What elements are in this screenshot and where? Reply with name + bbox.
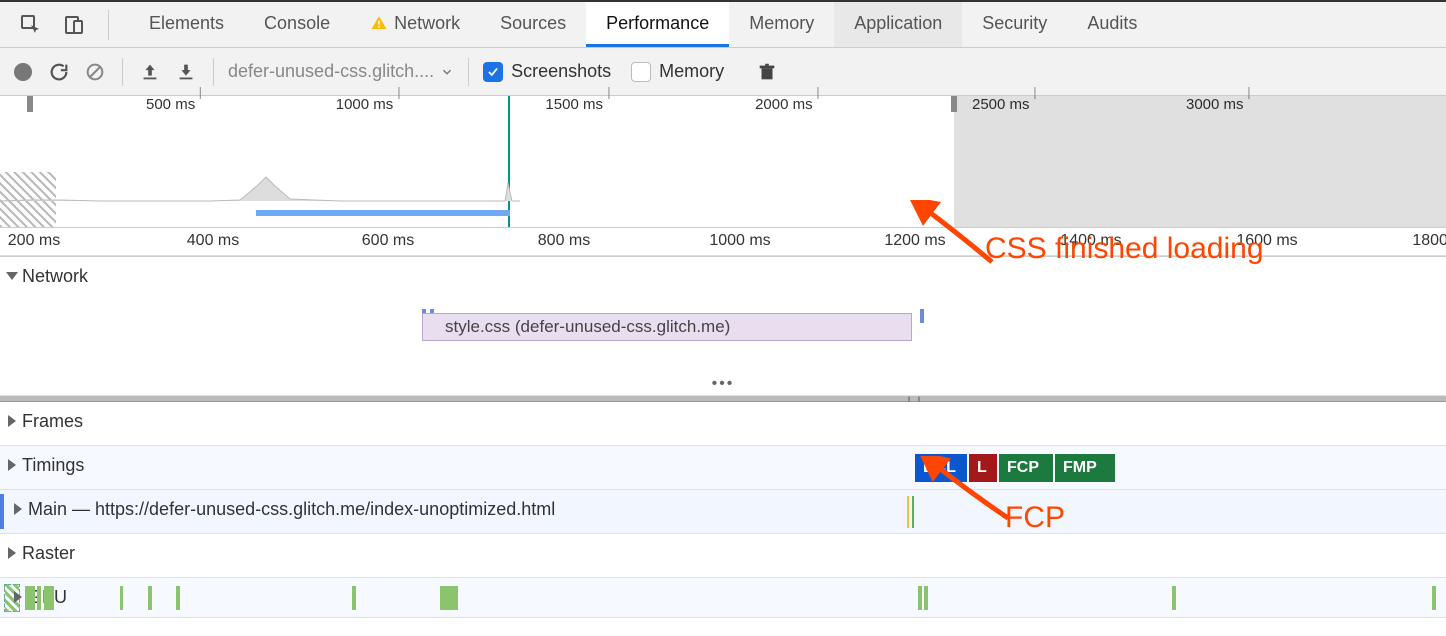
overview-marker-line [508, 96, 510, 227]
gpu-segment[interactable] [924, 586, 928, 610]
tab-memory[interactable]: Memory [729, 2, 834, 47]
network-request-bar[interactable]: style.css (defer-unused-css.glitch.me) [422, 313, 912, 341]
network-end-tick [920, 309, 924, 323]
main-track[interactable]: Main — https://defer-unused-css.glitch.m… [0, 490, 1446, 534]
overview-network-bar [256, 210, 510, 216]
gpu-segment[interactable] [120, 586, 123, 610]
ellipsis-icon[interactable]: ••• [712, 375, 735, 393]
devtools-tabs: Elements Console Network Sources Perform… [129, 2, 1157, 47]
overview-tick: 1500 ms [545, 96, 603, 113]
arrow-icon [920, 456, 1020, 536]
disclosure-icon[interactable] [8, 415, 16, 427]
disclosure-icon[interactable] [14, 591, 22, 603]
checkbox-checked-icon [483, 62, 503, 82]
gpu-segment[interactable] [918, 586, 922, 610]
detail-tick: 800 ms [538, 232, 590, 250]
tab-bar-icons [0, 2, 108, 47]
overview-fps-curve [0, 173, 520, 203]
detail-tick: 200 ms [8, 232, 60, 250]
reload-button[interactable] [46, 59, 72, 85]
gpu-segment[interactable] [148, 586, 152, 610]
recording-selector[interactable]: defer-unused-css.glitch.... [228, 61, 454, 82]
memory-checkbox[interactable]: Memory [631, 61, 724, 82]
gpu-segment[interactable] [44, 586, 54, 610]
tab-security[interactable]: Security [962, 2, 1067, 47]
tab-audits[interactable]: Audits [1067, 2, 1157, 47]
gpu-segment[interactable] [352, 586, 356, 610]
performance-toolbar: defer-unused-css.glitch.... Screenshots … [0, 48, 1446, 96]
main-marker-green [912, 496, 914, 528]
tab-application[interactable]: Application [834, 2, 962, 47]
raster-track[interactable]: Raster [0, 534, 1446, 578]
overview-tick: 500 ms [146, 96, 195, 113]
overview-dim-right [954, 96, 1446, 227]
main-track-stripe [0, 494, 4, 529]
overview-timeline[interactable]: 500 ms1000 ms1500 ms2000 ms2500 ms3000 m… [0, 96, 1446, 228]
checkbox-unchecked-icon [631, 62, 651, 82]
disclosure-icon[interactable] [6, 272, 18, 280]
record-button[interactable] [10, 59, 36, 85]
overview-handle-left[interactable] [27, 96, 33, 112]
gpu-segment[interactable] [440, 586, 458, 610]
tab-console[interactable]: Console [244, 2, 350, 47]
gpu-segment[interactable] [1432, 586, 1436, 610]
inspect-element-icon[interactable] [18, 12, 44, 38]
frames-track[interactable]: Frames [0, 402, 1446, 446]
detail-tick: 600 ms [362, 232, 414, 250]
detail-tick: 1800 ms [1412, 232, 1446, 250]
devtools-tab-bar: Elements Console Network Sources Perform… [0, 0, 1446, 48]
flame-chart-tracks: Network style.css (defer-unused-css.glit… [0, 256, 1446, 618]
overview-tick: 2000 ms [755, 96, 813, 113]
main-marker-yellow [907, 496, 909, 528]
gpu-segment[interactable] [176, 586, 180, 610]
upload-profile-button[interactable] [137, 59, 163, 85]
annotation-css-finished: CSS finished loading [985, 232, 1264, 266]
detail-tick: 400 ms [187, 232, 239, 250]
gpu-track[interactable]: GPU [0, 578, 1446, 618]
tab-sources[interactable]: Sources [480, 2, 586, 47]
disclosure-icon[interactable] [8, 547, 16, 559]
clear-button[interactable] [82, 59, 108, 85]
detail-tick: 1000 ms [709, 232, 770, 250]
overview-handle-right[interactable] [951, 96, 957, 112]
overview-tick: 1000 ms [336, 96, 394, 113]
gpu-segment[interactable] [37, 586, 41, 610]
delete-profile-button[interactable] [754, 59, 780, 85]
tab-network[interactable]: Network [350, 2, 480, 47]
gpu-segment[interactable] [25, 586, 35, 610]
screenshots-checkbox[interactable]: Screenshots [483, 61, 611, 82]
download-profile-button[interactable] [173, 59, 199, 85]
gpu-segment[interactable] [1172, 586, 1176, 610]
network-track[interactable]: Network style.css (defer-unused-css.glit… [0, 256, 1446, 396]
disclosure-icon[interactable] [8, 459, 16, 471]
warning-icon [370, 14, 388, 32]
disclosure-icon[interactable] [14, 503, 22, 515]
chevron-down-icon [440, 65, 454, 79]
tab-performance[interactable]: Performance [586, 2, 729, 47]
device-toggle-icon[interactable] [62, 12, 88, 38]
arrow-icon [910, 200, 1000, 270]
timing-pill-fmp[interactable]: FMP [1055, 454, 1115, 482]
tab-elements[interactable]: Elements [129, 2, 244, 47]
timings-track[interactable]: Timings DCLLFCPFMP [0, 446, 1446, 490]
